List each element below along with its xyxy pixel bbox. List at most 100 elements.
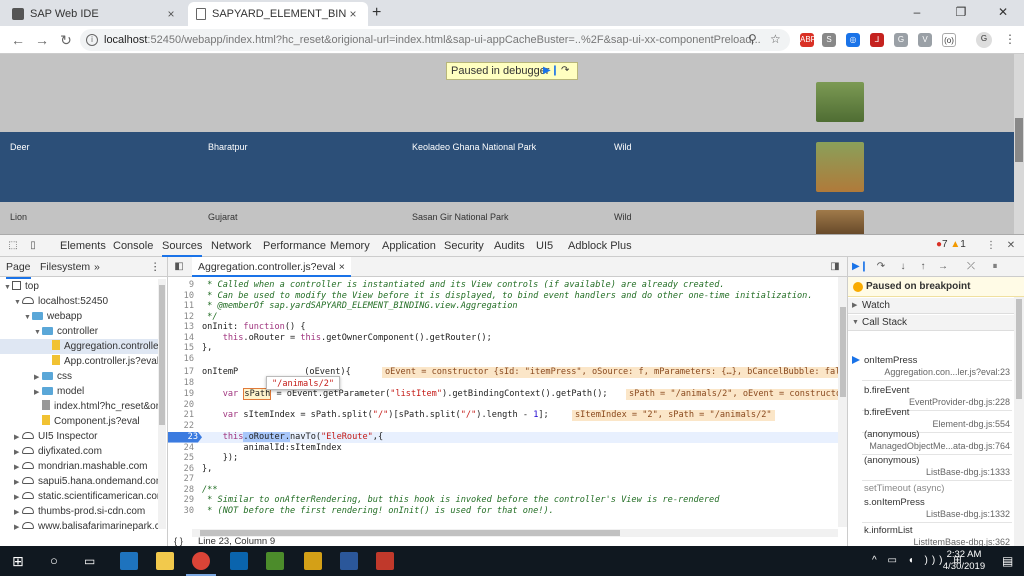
call-stack-frame[interactable]: b.fireEvent EventProvider-dbg.js:228 (848, 385, 1014, 409)
tree-item[interactable]: ▶ sapui5.hana.ondemand.com (0, 474, 160, 489)
tree-item[interactable]: index.html?hc_reset&orig (0, 399, 160, 414)
tree-item[interactable]: ▶ thumbs-prod.si-cdn.com (0, 504, 160, 519)
device-toggle-icon[interactable]: ▯ (26, 239, 40, 253)
tree-item[interactable]: ▶ css (0, 369, 160, 384)
new-tab-button[interactable]: + (372, 4, 381, 22)
adblock-extension-icon[interactable]: ABP (800, 33, 816, 47)
code-line-14[interactable]: 14 this.oRouter = this.getOwnerComponent… (168, 333, 838, 344)
tab-performance[interactable]: Performance (263, 235, 326, 257)
error-warning-counter[interactable]: ●7 ▲1 (936, 239, 966, 250)
minimize-button[interactable]: – (896, 0, 938, 26)
code-line-16[interactable]: 16 (168, 354, 838, 365)
task-view-icon[interactable]: ▭ (84, 546, 95, 576)
debugger-scrollbar[interactable] (1014, 297, 1024, 547)
step-over-icon[interactable]: ↷ (874, 260, 888, 274)
collapsed-triangle-icon[interactable]: ▶ (14, 520, 22, 534)
tab-network[interactable]: Network (211, 235, 251, 257)
editor-tab-close-icon[interactable]: × (339, 261, 345, 273)
expanded-triangle-icon[interactable]: ▼ (34, 325, 42, 339)
restore-button[interactable]: ❐ (940, 0, 982, 26)
list-item[interactable] (0, 54, 1014, 132)
extension-pdf-icon[interactable]: ⅃ (870, 33, 884, 47)
scroll-thumb[interactable] (159, 285, 165, 425)
code-line-13[interactable]: 13 onInit: function() { (168, 322, 838, 333)
navigator-menu-icon[interactable]: ⋮ (150, 257, 161, 277)
code-line-30[interactable]: 30 * (NOT before the first rendering! on… (168, 506, 838, 517)
code-lines[interactable]: 9 * Called when a controller is instanti… (168, 277, 847, 527)
extension-ui5-icon[interactable]: (o) (942, 33, 956, 47)
pause-on-exceptions-icon[interactable]: ⏸ (988, 260, 1002, 274)
tab-memory[interactable]: Memory (330, 235, 370, 257)
resume-icon[interactable]: ▶❙ (852, 260, 868, 274)
call-stack-frame[interactable]: (anonymous) ListBase-dbg.js:1333 (848, 455, 1014, 479)
collapsed-triangle-icon[interactable]: ▶ (34, 385, 42, 399)
tree-item[interactable]: ▶ diyfixated.com (0, 444, 160, 459)
editor-horizontal-scrollbar[interactable] (192, 529, 838, 537)
expanded-triangle-icon[interactable]: ▼ (4, 280, 12, 294)
collapsed-triangle-icon[interactable]: ▶ (14, 460, 22, 474)
step-into-icon[interactable]: ↓ (896, 260, 910, 274)
tab-application[interactable]: Application (382, 235, 436, 257)
devtools-menu-icon[interactable]: ⋮ (984, 239, 998, 253)
watch-section-header[interactable]: ▶ Watch (848, 298, 1014, 314)
windows-start-icon[interactable]: ⊞ (12, 546, 24, 576)
code-line-24[interactable]: 24 animalId:sItemIndex (168, 443, 838, 454)
call-stack-frame[interactable]: b.fireEvent Element-dbg.js:554 (848, 407, 1014, 431)
tree-item[interactable]: Component.js?eval (0, 414, 160, 429)
step-icon[interactable]: → (936, 260, 950, 274)
devtools-close-icon[interactable]: ✕ (1004, 239, 1018, 253)
taskbar-clock[interactable]: 2:32 AM 4/30/2019 (938, 549, 990, 573)
code-line-19[interactable]: 19 var sPath = oEvent.getParameter("list… (168, 388, 847, 400)
tab-sap-web-ide[interactable]: SAP Web IDE × (4, 2, 186, 26)
tab-audits[interactable]: Audits (494, 235, 525, 257)
scroll-thumb[interactable] (1016, 299, 1022, 399)
tree-item[interactable]: App.controller.js?eval (0, 354, 160, 369)
tab-security[interactable]: Security (444, 235, 484, 257)
tab-adblock-plus[interactable]: Adblock Plus (568, 235, 632, 257)
tab-sources[interactable]: Sources (162, 235, 203, 257)
notifications-icon[interactable]: ▤ (1002, 546, 1013, 576)
editor-vertical-scrollbar[interactable] (838, 277, 847, 527)
navigator-tab-filesystem[interactable]: Filesystem (40, 257, 90, 277)
collapsed-triangle-icon[interactable]: ▶ (14, 475, 22, 489)
outlook-icon[interactable] (230, 552, 248, 570)
code-line-29[interactable]: 29 * Similar to onAfterRendering, but th… (168, 495, 838, 506)
tree-item[interactable]: ▼ webapp (0, 309, 160, 324)
zoom-icon[interactable]: ⚲ (748, 32, 757, 46)
extension-s-icon[interactable]: S (822, 33, 836, 47)
code-line-21[interactable]: 21 var sItemIndex = sPath.split("/")[sPa… (168, 410, 838, 421)
app-scrollbar[interactable] (1014, 54, 1024, 234)
call-stack-frame[interactable]: (anonymous) ManagedObjectMe...ata-dbg.js:… (848, 429, 1014, 453)
tree-item[interactable]: ▶ mondrian.mashable.com (0, 459, 160, 474)
list-item-selected[interactable]: Deer Bharatpur Keoladeo Ghana National P… (0, 132, 1014, 202)
reload-icon[interactable]: ↻ (56, 30, 76, 50)
tab-ui5[interactable]: UI5 (536, 235, 553, 257)
tab-elements[interactable]: Elements (60, 235, 106, 257)
list-item[interactable]: Lion Gujarat Sasan Gir National Park Wil… (0, 202, 1014, 234)
site-info-icon[interactable]: i (86, 34, 98, 46)
navigator-scrollbar[interactable] (158, 279, 166, 529)
code-line-27[interactable]: 27 (168, 474, 838, 485)
expanded-triangle-icon[interactable]: ▼ (14, 295, 22, 309)
editor-file-tab[interactable]: Aggregation.controller.js?eval × (192, 257, 351, 277)
chrome-icon[interactable] (192, 552, 210, 570)
toggle-navigator-icon[interactable]: ◧ (172, 260, 186, 274)
code-line-9[interactable]: 9 * Called when a controller is instanti… (168, 280, 838, 291)
address-bar[interactable]: localhost:52450/webapp/index.html?hc_res… (80, 29, 790, 51)
tree-item[interactable]: ▶ www.balisafarimarinepark.com (0, 519, 160, 534)
collapsed-triangle-icon[interactable]: ▶ (14, 490, 22, 504)
code-line-12[interactable]: 12 */ (168, 312, 838, 323)
tab-console[interactable]: Console (113, 235, 153, 257)
scroll-thumb[interactable] (1015, 118, 1023, 162)
code-line-23-current[interactable]: 23 this.oRouter.navTo("EleRoute",{ (168, 432, 838, 443)
tab-close-icon[interactable]: × (164, 7, 178, 21)
breakpoint-marker[interactable]: 23 (168, 432, 202, 443)
extension-v-icon[interactable]: V (918, 33, 932, 47)
snipping-tool-icon[interactable] (376, 552, 394, 570)
code-line-10[interactable]: 10 * Can be used to modify the View befo… (168, 291, 838, 302)
profile-avatar[interactable]: G (976, 32, 992, 48)
menu-kebab-icon[interactable]: ⋮ (1004, 32, 1016, 46)
sap-logon-icon[interactable] (304, 552, 322, 570)
call-stack-frame[interactable]: s.onItemPress ListBase-dbg.js:1332 (848, 497, 1014, 521)
back-arrow-icon[interactable]: ← (8, 30, 28, 50)
